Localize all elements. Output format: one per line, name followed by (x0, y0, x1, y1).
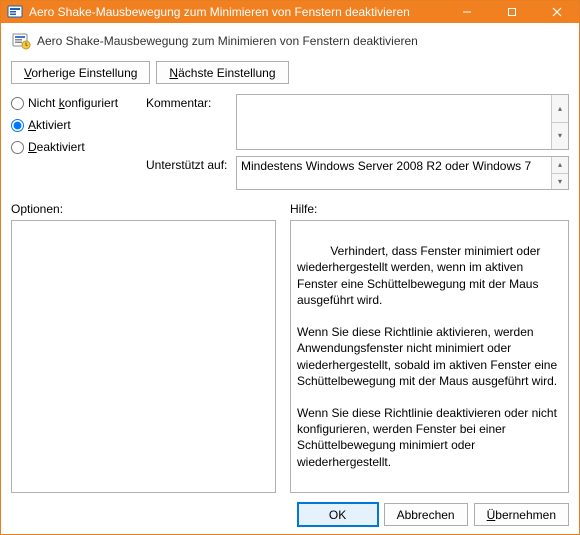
policy-header: Aero Shake-Mausbewegung zum Minimieren v… (11, 31, 569, 51)
dialog-window: Aero Shake-Mausbewegung zum Minimieren v… (0, 0, 580, 535)
minimize-button[interactable] (444, 1, 489, 23)
help-value: Verhindert, dass Fenster minimiert oder … (297, 244, 560, 468)
app-icon (7, 4, 23, 20)
supported-row: Unterstützt auf: Mindestens Windows Serv… (146, 156, 569, 190)
window-title: Aero Shake-Mausbewegung zum Minimieren v… (29, 5, 444, 19)
nav-buttons: Vorherige Einstellung Nächste Einstellun… (11, 61, 569, 84)
comment-field[interactable]: ▴▾ (236, 94, 569, 150)
supported-label: Unterstützt auf: (146, 156, 228, 172)
options-column: Optionen: (11, 202, 276, 493)
radio-enabled[interactable]: Aktiviert (11, 118, 136, 132)
help-label: Hilfe: (290, 202, 569, 216)
title-bar[interactable]: Aero Shake-Mausbewegung zum Minimieren v… (1, 1, 579, 23)
close-button[interactable] (534, 1, 579, 23)
policy-title: Aero Shake-Mausbewegung zum Minimieren v… (37, 34, 418, 48)
client-area: Aero Shake-Mausbewegung zum Minimieren v… (1, 23, 579, 534)
supported-scroll[interactable]: ▴▾ (551, 157, 568, 189)
policy-icon (11, 31, 31, 51)
cancel-button[interactable]: Abbrechen (384, 503, 468, 526)
apply-button[interactable]: Übernehmen (474, 503, 569, 526)
dialog-footer: OK Abbrechen Übernehmen (11, 493, 569, 526)
maximize-button[interactable] (489, 1, 534, 23)
comment-scroll[interactable]: ▴▾ (551, 95, 568, 149)
settings-row: Nicht konfiguriert Aktiviert Deaktiviert… (11, 94, 569, 190)
window-buttons (444, 1, 579, 23)
options-panel[interactable] (11, 220, 276, 493)
supported-field: Mindestens Windows Server 2008 R2 oder W… (236, 156, 569, 190)
columns: Optionen: Hilfe: Verhindert, dass Fenste… (11, 202, 569, 493)
radio-not-configured[interactable]: Nicht konfiguriert (11, 96, 136, 110)
radio-disabled[interactable]: Deaktiviert (11, 140, 136, 154)
radio-not-configured-input[interactable] (11, 97, 24, 110)
state-radio-group: Nicht konfiguriert Aktiviert Deaktiviert (11, 94, 136, 190)
meta-fields: Kommentar: ▴▾ Unterstützt auf: Mindesten… (146, 94, 569, 190)
comment-row: Kommentar: ▴▾ (146, 94, 569, 150)
help-panel[interactable]: Verhindert, dass Fenster minimiert oder … (290, 220, 569, 493)
next-setting-button[interactable]: Nächste Einstellung (156, 61, 288, 84)
radio-disabled-input[interactable] (11, 141, 24, 154)
supported-value: Mindestens Windows Server 2008 R2 oder W… (241, 159, 531, 173)
help-column: Hilfe: Verhindert, dass Fenster minimier… (290, 202, 569, 493)
options-label: Optionen: (11, 202, 276, 216)
comment-label: Kommentar: (146, 94, 228, 110)
previous-setting-button[interactable]: Vorherige Einstellung (11, 61, 150, 84)
radio-enabled-input[interactable] (11, 119, 24, 132)
ok-button[interactable]: OK (298, 503, 378, 526)
